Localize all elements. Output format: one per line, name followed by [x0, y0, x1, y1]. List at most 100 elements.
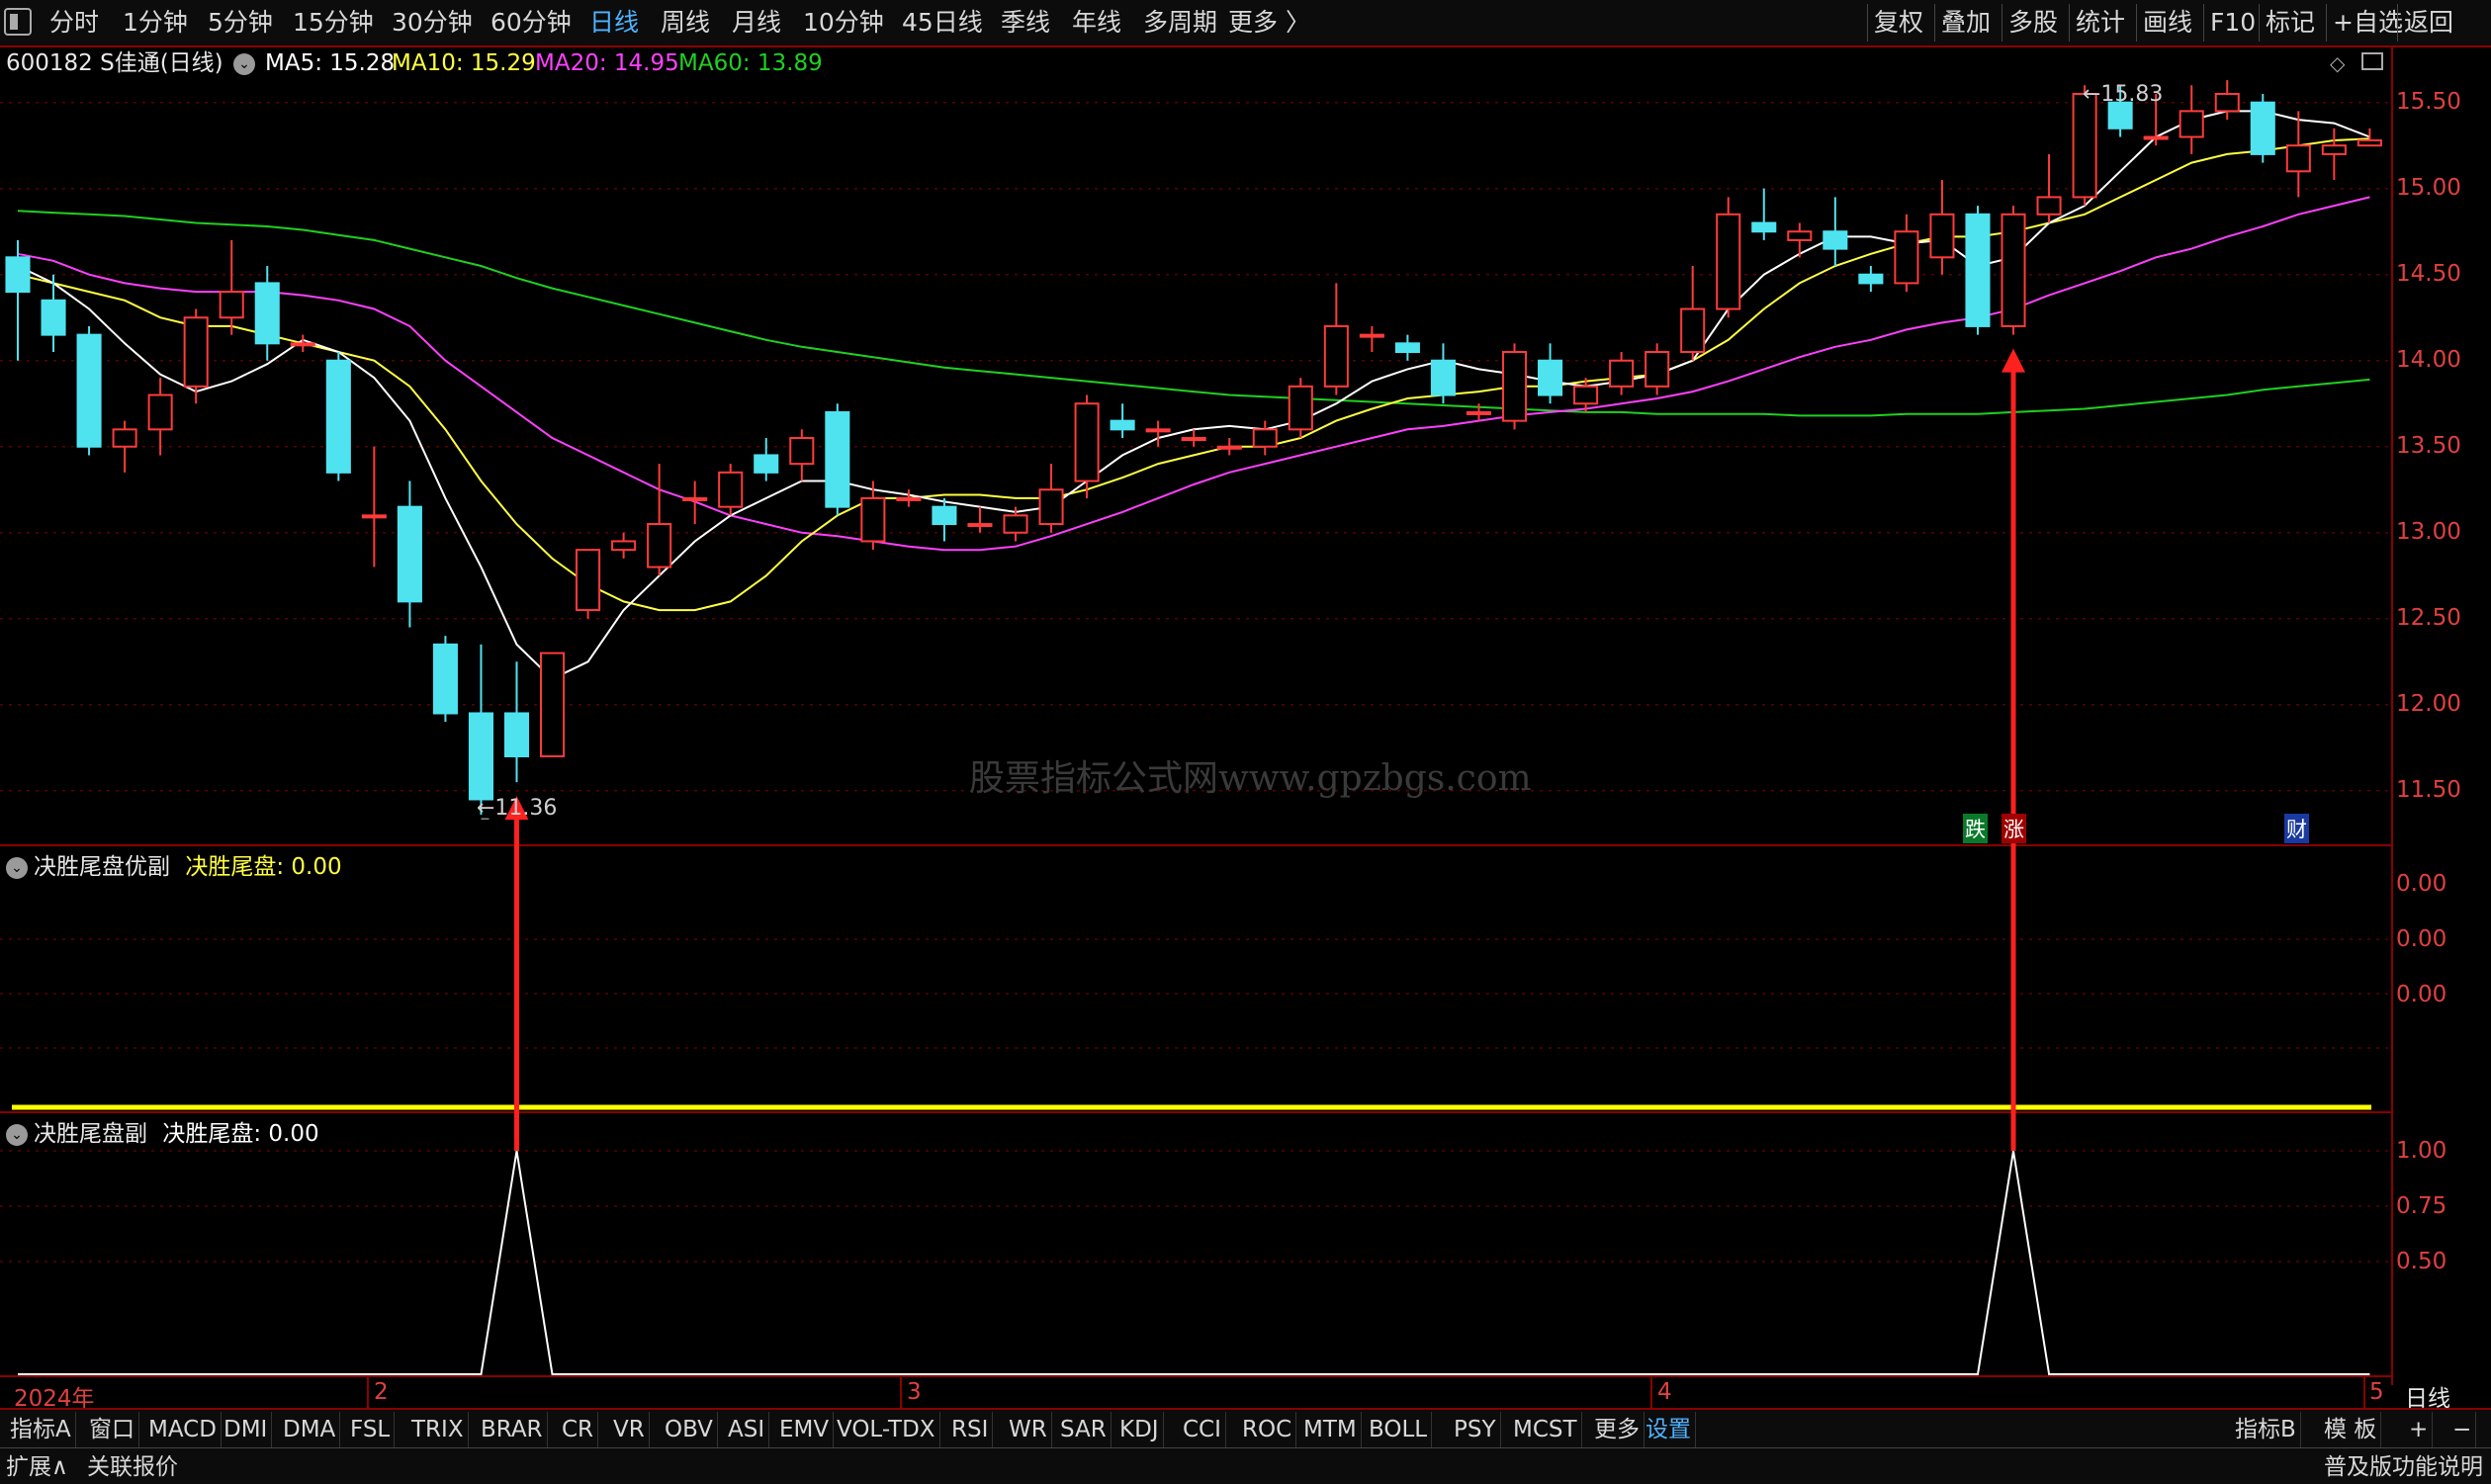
candle-body	[503, 712, 530, 757]
indicator-tab[interactable]: OBV	[661, 1412, 718, 1447]
indicator-b-button[interactable]: 指标B	[2231, 1412, 2301, 1447]
indicator-tab[interactable]: SAR	[1056, 1412, 1112, 1447]
candle-body	[2001, 213, 2026, 327]
candle-body	[896, 496, 922, 501]
panel2-axis-label: 1.00	[2396, 1138, 2447, 1164]
indicator-tab-bar: 指标A 窗口 MACD DMI DMA FSL TRIX BRAR CR VR OBV ASI EMV V…	[0, 1408, 2491, 1449]
candle-body	[1501, 351, 1528, 422]
tag-rise[interactable]: 涨	[2002, 814, 2026, 843]
ma5-line	[17, 110, 2370, 680]
candle-body	[1359, 333, 1384, 338]
indicator-b-button[interactable]: 模 板	[2320, 1412, 2382, 1447]
x-axis-label: 3	[907, 1379, 922, 1405]
candle-body	[1394, 342, 1420, 354]
signal-line	[18, 1150, 2370, 1375]
candle-body	[1216, 445, 1242, 450]
candle-body	[2357, 138, 2382, 147]
candle-body	[41, 299, 66, 336]
indicator-tab[interactable]: WR	[1005, 1412, 1052, 1447]
candle-body	[1538, 359, 1563, 396]
indicator-tab[interactable]: 更多	[1590, 1412, 1645, 1447]
indicator-tab[interactable]: 窗口	[85, 1412, 139, 1447]
expand-button[interactable]: 扩展∧	[6, 1450, 68, 1484]
candle-body	[2321, 144, 2347, 155]
candle-body	[1858, 273, 1884, 285]
candle-body	[682, 496, 708, 501]
candle-body	[1929, 213, 1955, 259]
status-bar: 扩展∧ 关联报价 普及版功能说明	[0, 1447, 2491, 1484]
candle-body	[76, 333, 102, 448]
indicator-tab[interactable]: BRAR	[477, 1412, 548, 1447]
price-axis-label: 13.00	[2396, 518, 2461, 545]
candle-body	[967, 523, 993, 528]
indicator-tab[interactable]: FSL	[346, 1412, 396, 1447]
indicator-tab[interactable]: KDJ	[1115, 1412, 1164, 1447]
candle-body	[2143, 135, 2169, 140]
indicator-tab[interactable]: VR	[609, 1412, 650, 1447]
panel1-axis-label: 0.00	[2396, 926, 2447, 952]
candle-body	[147, 393, 173, 431]
price-axis-label: 12.50	[2396, 604, 2461, 631]
panel2-axis-label: 0.50	[2396, 1249, 2447, 1274]
zoom-button[interactable]: +	[2405, 1412, 2434, 1447]
candle-body	[432, 643, 458, 715]
indicator-tab[interactable]: CCI	[1179, 1412, 1226, 1447]
panel1-header: ⌄ 决胜尾盘优副 决胜尾盘: 0.00	[6, 847, 342, 881]
tag-finance[interactable]: 财	[2284, 814, 2309, 843]
candle-body	[1645, 351, 1670, 388]
candlestick-chart[interactable]	[0, 0, 2491, 1484]
price-axis-label: 14.00	[2396, 346, 2461, 373]
high-price-annotation: ←15.83	[2083, 82, 2164, 107]
indicator-tab[interactable]: MCST	[1509, 1412, 1582, 1447]
candle-body	[1003, 514, 1028, 534]
candle-body	[325, 359, 351, 474]
candle-body	[1823, 230, 1848, 250]
candle-body	[1716, 213, 1741, 310]
tag-fall[interactable]: 跌	[1963, 814, 1988, 843]
indicator-tab[interactable]: ASI	[724, 1412, 770, 1447]
candle-body	[1894, 230, 1919, 285]
chevron-down-icon[interactable]: ⌄	[6, 1123, 28, 1146]
indicator-tab[interactable]: DMI	[220, 1412, 273, 1447]
candle-body	[219, 291, 244, 319]
panel2-axis-label: 0.75	[2396, 1193, 2447, 1219]
indicator-tab[interactable]: PSY	[1450, 1412, 1501, 1447]
candle-body	[5, 256, 31, 294]
candle-body	[183, 316, 209, 388]
indicator-tab[interactable]: DMA	[279, 1412, 341, 1447]
indicator-tab[interactable]: ROC	[1238, 1412, 1297, 1447]
chevron-down-icon[interactable]: ⌄	[6, 856, 28, 879]
candle-body	[1573, 385, 1599, 405]
candle-body	[2036, 196, 2062, 216]
panel2-title: 决胜尾盘副	[34, 1121, 147, 1147]
candle-body	[647, 523, 672, 568]
low-price-annotation: ←11.36	[477, 796, 558, 821]
candle-body	[1323, 324, 1349, 388]
price-axis-label: 15.50	[2396, 88, 2461, 115]
candle-body	[1787, 230, 1813, 241]
candle-body	[611, 540, 637, 552]
indicator-tab[interactable]: MACD	[144, 1412, 222, 1447]
candle-body	[860, 496, 886, 543]
candle-body	[1609, 359, 1635, 388]
indicator-tab[interactable]: CR	[558, 1412, 599, 1447]
x-axis-label: 5	[2369, 1379, 2384, 1405]
edition-info-button[interactable]: 普及版功能说明	[2324, 1450, 2483, 1484]
candle-body	[1145, 428, 1171, 433]
indicator-tab[interactable]: EMV	[775, 1412, 835, 1447]
candle-body	[1074, 402, 1100, 482]
indicator-tab[interactable]: RSI	[947, 1412, 994, 1447]
candle-body	[2179, 110, 2204, 138]
indicator-tab[interactable]: BOLL	[1365, 1412, 1433, 1447]
related-quotes-button[interactable]: 关联报价	[87, 1450, 178, 1484]
indicator-tab[interactable]: TRIX	[407, 1412, 469, 1447]
indicator-tab[interactable]: VOL-TDX	[833, 1412, 940, 1447]
zoom-button[interactable]: −	[2448, 1412, 2477, 1447]
candle-body	[1751, 221, 1777, 233]
candle-body	[1965, 213, 1991, 327]
candle-body	[754, 454, 779, 474]
price-axis-label: 13.50	[2396, 432, 2461, 459]
indicator-tab[interactable]: 设置	[1642, 1412, 1696, 1447]
indicator-tab[interactable]: 指标A	[6, 1412, 76, 1447]
indicator-tab[interactable]: MTM	[1299, 1412, 1362, 1447]
